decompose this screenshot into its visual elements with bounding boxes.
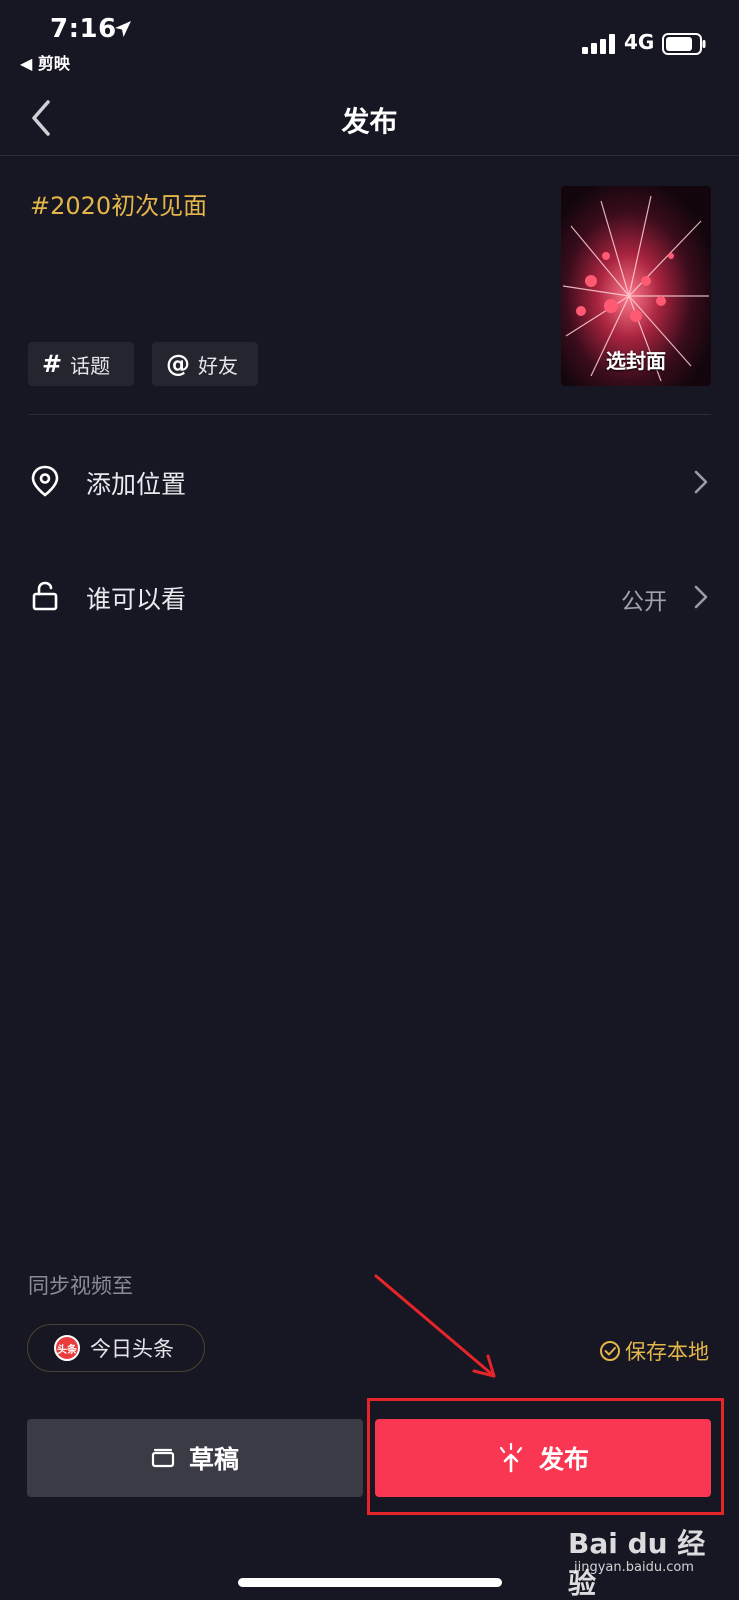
who-can-view-label: 谁可以看: [86, 585, 187, 614]
add-location-row[interactable]: 添加位置: [0, 445, 739, 515]
home-indicator[interactable]: [238, 1578, 502, 1587]
baidu-jingyan-watermark: Bai du 经验 jingyan.baidu.com: [560, 1516, 730, 1600]
save-local-label: 保存本地: [625, 1340, 709, 1364]
mention-friend-chip[interactable]: @ 好友: [152, 342, 258, 386]
battery-icon: [662, 33, 706, 55]
chevron-right-icon: [694, 585, 708, 609]
draft-button-label: 草稿: [188, 1445, 239, 1474]
draft-box-icon: [151, 1448, 175, 1468]
topic-chip[interactable]: # 话题: [28, 342, 134, 386]
divider: [28, 414, 711, 415]
privacy-value: 公开: [621, 589, 667, 615]
cellular-signal-icon: [582, 34, 615, 54]
toutiao-sync-toggle[interactable]: 头条 今日头条: [27, 1324, 205, 1372]
save-local-checkbox[interactable]: 保存本地: [599, 1336, 709, 1366]
annotation-highlight-box: [367, 1398, 724, 1515]
annotation-arrow-icon: [374, 1274, 496, 1378]
chevron-right-icon: [694, 470, 708, 494]
at-icon: @: [166, 350, 190, 378]
status-time: 7:16: [50, 14, 117, 44]
status-bar: 7:16 ◀ 剪映 4G: [0, 0, 739, 80]
location-pin-icon: [31, 465, 59, 497]
header: 发布: [0, 80, 739, 156]
unlock-icon: [32, 581, 58, 611]
cover-picker[interactable]: 选封面: [561, 186, 711, 386]
toutiao-logo-icon: 头条: [54, 1335, 80, 1361]
location-arrow-icon: [115, 21, 131, 37]
friend-chip-label: 好友: [198, 353, 238, 378]
hashtag-icon: #: [42, 350, 63, 378]
check-circle-icon: [600, 1341, 620, 1361]
draft-button[interactable]: 草稿: [27, 1419, 363, 1497]
sync-section-title: 同步视频至: [28, 1274, 133, 1298]
network-type: 4G: [624, 30, 655, 54]
back-to-app-link[interactable]: ◀ 剪映: [20, 50, 70, 74]
caption-text[interactable]: #2020初次见面: [30, 186, 207, 221]
watermark-url: jingyan.baidu.com: [574, 1560, 694, 1575]
page-title: 发布: [341, 105, 398, 138]
toutiao-label: 今日头条: [90, 1337, 174, 1361]
who-can-view-row[interactable]: 谁可以看 公开: [0, 560, 739, 630]
cover-label: 选封面: [606, 349, 666, 373]
topic-chip-label: 话题: [70, 353, 111, 378]
add-location-label: 添加位置: [86, 470, 187, 499]
